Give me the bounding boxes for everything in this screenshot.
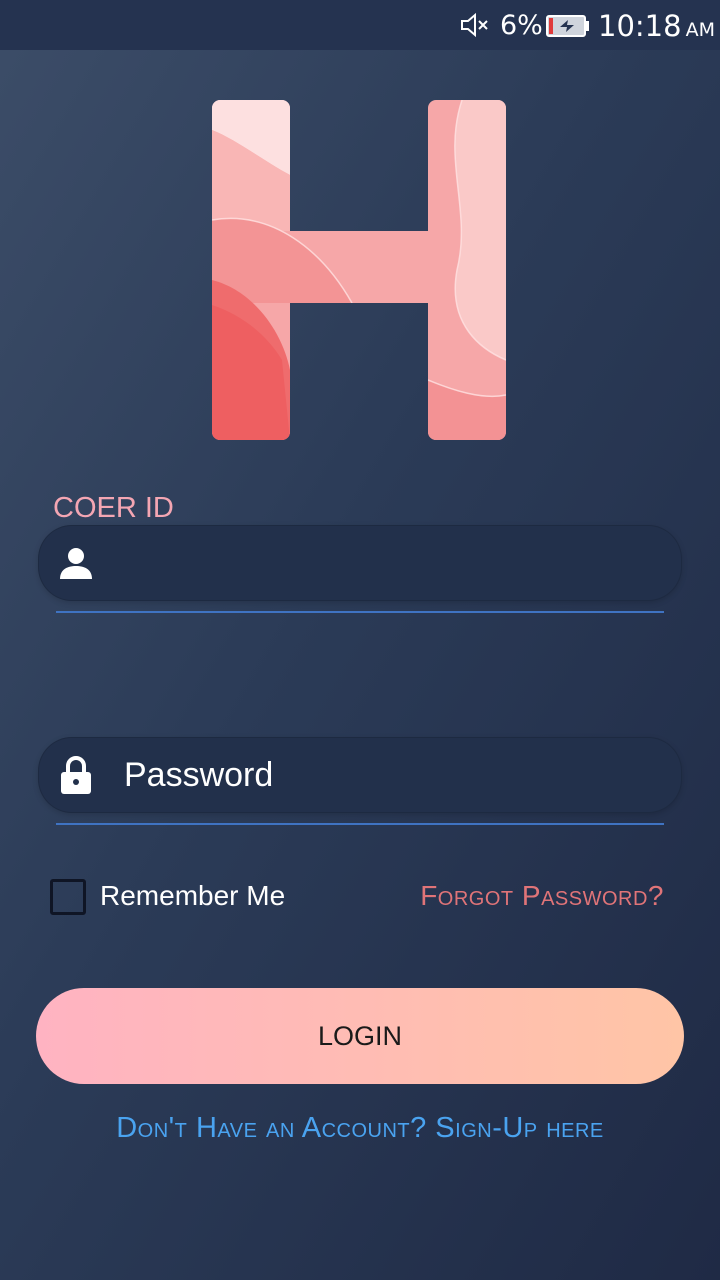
signup-link[interactable]: Don't Have an Account? Sign-Up here (0, 1112, 720, 1145)
coer-id-input[interactable] (124, 525, 664, 601)
status-bar: 6% 10:18 AM (0, 0, 720, 50)
clock: 10:18 AM (598, 9, 715, 43)
coer-id-field[interactable] (38, 525, 682, 601)
forgot-password-link[interactable]: Forgot Password? (420, 880, 664, 912)
password-field[interactable] (38, 737, 682, 813)
clock-time: 10:18 (598, 9, 682, 43)
lock-icon (61, 756, 91, 794)
login-button[interactable]: LOGIN (36, 988, 684, 1084)
mute-icon (461, 12, 488, 38)
battery-charging-icon (546, 15, 589, 37)
person-icon (60, 548, 92, 579)
battery-percent: 6% (500, 10, 543, 41)
coer-id-label: COER ID (53, 492, 174, 524)
password-input[interactable] (124, 737, 664, 813)
coer-id-underline (56, 611, 664, 613)
remember-me-checkbox[interactable] (50, 879, 86, 915)
remember-me-label[interactable]: Remember Me (100, 880, 285, 912)
password-underline (56, 823, 664, 825)
h-logo-icon (212, 100, 506, 440)
clock-ampm: AM (685, 19, 715, 41)
